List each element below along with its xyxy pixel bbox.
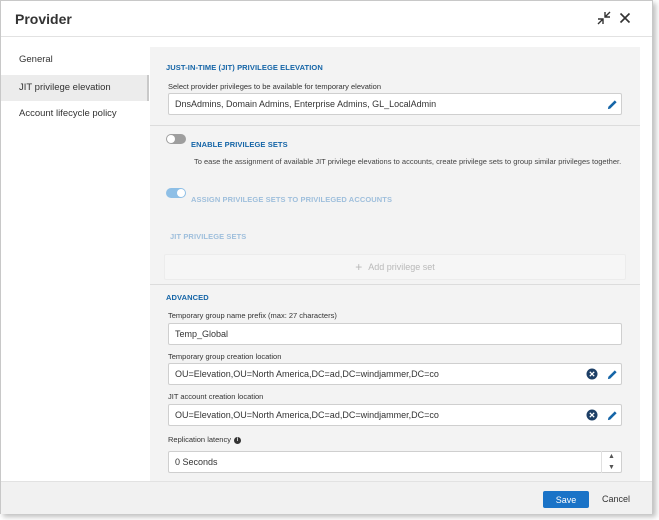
replication-latency-value: 0 Seconds [175, 457, 218, 467]
assign-privilege-sets-label: ASSIGN PRIVILEGE SETS TO PRIVILEGED ACCO… [191, 195, 393, 204]
chevron-up-icon[interactable]: ▲ [602, 451, 621, 462]
add-privilege-set-label: Add privilege set [368, 262, 435, 272]
group-location-value: OU=Elevation,OU=North America,DC=ad,DC=w… [175, 369, 439, 379]
divider [150, 125, 640, 126]
close-icon[interactable] [617, 10, 633, 26]
toggle-knob [177, 189, 185, 197]
pencil-icon [607, 369, 617, 379]
dialog-header: Provider [1, 1, 652, 37]
plus-icon: + [355, 260, 363, 274]
privileges-field[interactable]: DnsAdmins, Domain Admins, Enterprise Adm… [168, 93, 622, 115]
sidebar-item-account-lifecycle-policy[interactable]: Account lifecycle policy [1, 101, 149, 127]
privileges-label: Select provider privileges to be availab… [168, 82, 382, 91]
save-button[interactable]: Save [543, 491, 589, 508]
sidebar-nav: General JIT privilege elevation Account … [1, 37, 149, 481]
jit-section-title: JUST-IN-TIME (JIT) PRIVILEGE ELEVATION [166, 63, 323, 72]
clear-icon[interactable] [586, 409, 598, 421]
latency-stepper[interactable]: ▲ ▼ [601, 451, 621, 473]
group-location-label: Temporary group creation location [168, 352, 282, 361]
info-icon[interactable]: i [233, 436, 241, 444]
edit-privileges-button[interactable] [602, 94, 622, 114]
chevron-down-icon[interactable]: ▼ [602, 462, 621, 473]
latency-label-text: Replication latency [168, 435, 231, 444]
sidebar-item-general[interactable]: General [1, 47, 149, 73]
privilege-sets-title: JIT PRIVILEGE SETS [170, 232, 247, 241]
enable-privilege-sets-description: To ease the assignment of available JIT … [194, 157, 622, 166]
replication-latency-input[interactable]: 0 Seconds [168, 451, 622, 473]
account-location-value: OU=Elevation,OU=North America,DC=ad,DC=w… [175, 410, 439, 420]
latency-label: Replication latency i [168, 435, 241, 444]
group-prefix-value: Temp_Global [175, 329, 229, 339]
assign-privilege-sets-toggle[interactable] [166, 188, 186, 198]
dialog-footer: Save Cancel [1, 481, 652, 514]
group-prefix-input[interactable]: Temp_Global [168, 323, 622, 345]
account-location-field[interactable]: OU=Elevation,OU=North America,DC=ad,DC=w… [168, 404, 622, 426]
group-location-field[interactable]: OU=Elevation,OU=North America,DC=ad,DC=w… [168, 363, 622, 385]
settings-panel: JUST-IN-TIME (JIT) PRIVILEGE ELEVATION S… [150, 47, 640, 481]
pencil-icon [607, 99, 617, 109]
toggle-knob [167, 135, 175, 143]
provider-dialog: Provider General JIT privilege elevation… [0, 0, 653, 514]
cancel-button[interactable]: Cancel [602, 491, 630, 508]
edit-group-location-button[interactable] [602, 364, 622, 384]
pencil-icon [607, 410, 617, 420]
edit-account-location-button[interactable] [602, 405, 622, 425]
clear-icon[interactable] [586, 368, 598, 380]
enable-privilege-sets-toggle[interactable] [166, 134, 186, 144]
sidebar-item-jit-privilege-elevation[interactable]: JIT privilege elevation [1, 75, 149, 101]
advanced-section-title: ADVANCED [166, 293, 209, 302]
prefix-label: Temporary group name prefix (max: 27 cha… [168, 311, 337, 320]
collapse-arrows-icon[interactable] [596, 10, 612, 26]
enable-privilege-sets-label: ENABLE PRIVILEGE SETS [191, 140, 288, 149]
account-location-label: JIT account creation location [168, 392, 264, 401]
divider [150, 284, 640, 285]
add-privilege-set-button[interactable]: + Add privilege set [164, 254, 626, 280]
dialog-title: Provider [15, 11, 72, 27]
privileges-value: DnsAdmins, Domain Admins, Enterprise Adm… [175, 99, 437, 109]
